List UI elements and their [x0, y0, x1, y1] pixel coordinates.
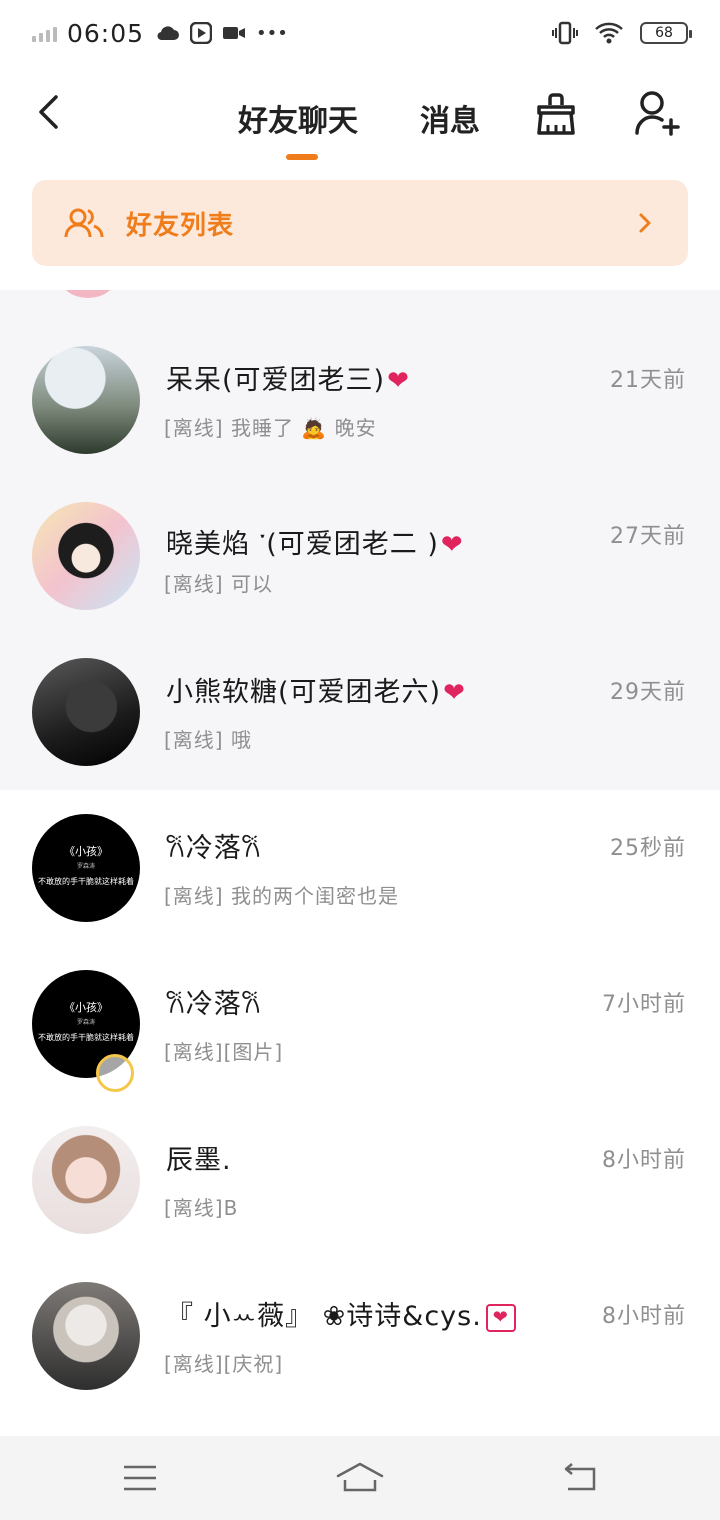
- signal-icon: [32, 24, 57, 42]
- back-arrow-icon: [39, 95, 58, 129]
- broom-icon: [537, 93, 575, 135]
- vibrate-icon: [552, 21, 578, 45]
- menu-button[interactable]: [112, 1456, 168, 1500]
- friend-list-banner[interactable]: 好友列表: [32, 180, 688, 266]
- avatar: [32, 346, 140, 454]
- chat-preview: [离线][庆祝]: [164, 1352, 284, 1376]
- heart-icon: ❤: [440, 530, 464, 560]
- chat-name: 『 小ꕀ薇』 ❀诗诗&cys. ❤: [166, 1294, 516, 1333]
- chat-row[interactable]: 《小孩》 罗森涛 不敢放的手干脆就这样耗着 𐙚冷落𐙚 [离线][图片] 7小时前: [0, 914, 720, 1092]
- camera-icon: [223, 27, 246, 39]
- chat-name: 小熊软糖(可爱团老六)❤: [166, 677, 466, 708]
- chat-row[interactable]: 呆呆(可爱团老三)❤ [离线] 我睡了 🙇 晚安 21天前: [0, 290, 720, 454]
- video-play-icon: [190, 22, 213, 44]
- chat-preview: [离线][图片]: [164, 1040, 284, 1064]
- back-button[interactable]: [28, 90, 68, 134]
- chat-row[interactable]: 辰墨. [离线]B 8小时前: [0, 1070, 720, 1234]
- cloud-icon: [157, 26, 180, 41]
- home-icon: [336, 1462, 384, 1492]
- tab-friend-chat[interactable]: 好友聊天: [238, 96, 358, 140]
- chat-row[interactable]: 『 小ꕀ薇』 ❀诗诗&cys. ❤ [离线][庆祝] 8小时前: [0, 1226, 720, 1390]
- wifi-icon: [595, 22, 623, 44]
- clean-button[interactable]: [530, 88, 582, 140]
- chat-time: 8小时前: [602, 1304, 686, 1329]
- add-friend-icon: [635, 91, 680, 136]
- chat-name: 𐙚冷落𐙚: [166, 989, 262, 1020]
- chat-list: 呆呆(可爱团老三)❤ [离线] 我睡了 🙇 晚安 21天前 晓美焰 ་(可爱团老…: [0, 290, 720, 1436]
- menu-icon: [124, 1465, 156, 1491]
- system-nav-bar: [0, 1436, 720, 1520]
- return-icon: [564, 1463, 596, 1491]
- avatar: [32, 1282, 140, 1390]
- status-time: 06:05: [67, 18, 145, 48]
- chat-time: 25秒前: [610, 836, 686, 861]
- system-back-button[interactable]: [552, 1456, 608, 1500]
- chat-row[interactable]: 《小孩》 罗森涛 不敢放的手干脆就这样耗着 𐙚冷落𐙚 [离线] 我的两个闺密也是…: [0, 758, 720, 922]
- heart-icon: ❤: [485, 1303, 516, 1332]
- chat-preview: [离线] 可以: [164, 572, 273, 596]
- friend-list-label: 好友列表: [126, 210, 235, 241]
- chat-time: 7小时前: [602, 992, 686, 1017]
- chat-preview: [离线] 我的两个闺密也是: [164, 884, 399, 908]
- chat-time: 21天前: [610, 368, 686, 393]
- header: 好友聊天 消息: [0, 66, 720, 170]
- chat-preview: [离线] 我睡了 🙇 晚安: [164, 416, 377, 440]
- tab-messages[interactable]: 消息: [420, 96, 480, 140]
- avatar: [32, 658, 140, 766]
- chevron-right-icon: [639, 213, 651, 233]
- chat-time: 29天前: [610, 680, 686, 705]
- chat-name: 辰墨.: [166, 1145, 232, 1176]
- status-bar: 06:05 ••• 68: [0, 0, 720, 66]
- battery-level: 68: [655, 25, 673, 41]
- chat-name: 𐙚冷落𐙚: [166, 833, 262, 864]
- heart-icon: ❤: [387, 366, 410, 396]
- avatar: [32, 1126, 140, 1234]
- add-friend-button[interactable]: [632, 86, 682, 140]
- battery-icon: 68: [640, 22, 692, 44]
- active-tab-indicator: [286, 154, 318, 160]
- chat-row[interactable]: 小熊软糖(可爱团老六)❤ [离线] 哦 29天前: [0, 602, 720, 766]
- chat-time: 27天前: [610, 524, 686, 549]
- avatar: 《小孩》 罗森涛 不敢放的手干脆就这样耗着: [32, 814, 140, 922]
- heart-icon: ❤: [443, 678, 466, 708]
- chat-name: 呆呆(可爱团老三)❤: [166, 365, 410, 396]
- chat-preview: [离线] 哦: [164, 728, 252, 752]
- friends-icon: [64, 208, 104, 238]
- home-button[interactable]: [332, 1456, 388, 1500]
- chat-time: 8小时前: [602, 1148, 686, 1173]
- chat-row[interactable]: 晓美焰 ་(可爱团老二 )❤ [离线] 可以 27天前: [0, 446, 720, 610]
- chat-preview: [离线]B: [164, 1196, 239, 1220]
- avatar: [32, 502, 140, 610]
- more-status-icon: •••: [256, 22, 288, 44]
